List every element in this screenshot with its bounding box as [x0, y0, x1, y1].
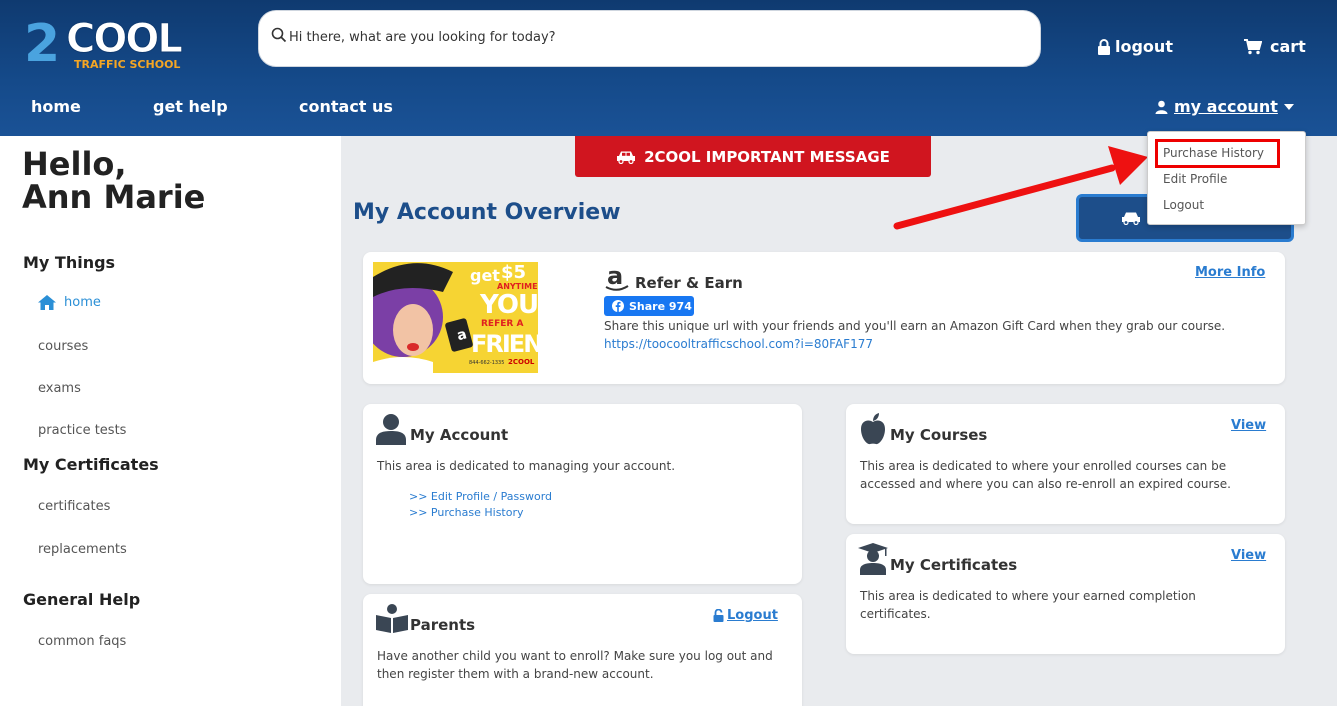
annotation-arrow: [893, 146, 1148, 230]
highlight-box: [1155, 139, 1280, 168]
dropdown-item-edit-profile[interactable]: Edit Profile: [1163, 172, 1227, 186]
dropdown-item-logout[interactable]: Logout: [1163, 198, 1204, 212]
